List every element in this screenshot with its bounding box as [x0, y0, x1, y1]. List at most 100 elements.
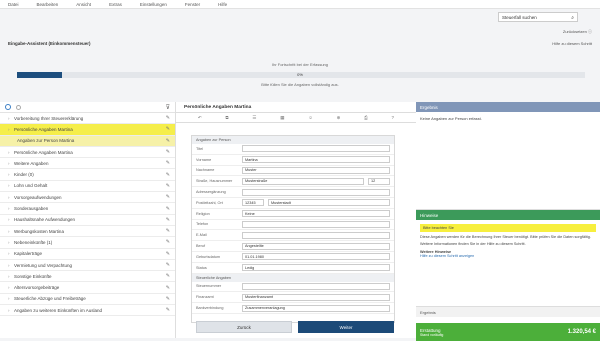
edit-icon[interactable]: ✎	[166, 296, 170, 302]
edit-icon[interactable]: ✎	[166, 206, 170, 212]
nav-item[interactable]: › Sonstige Einkünfte ✎	[0, 271, 175, 283]
search-input[interactable]: Steuerfall suchen ⌕	[498, 12, 578, 22]
hints-body: Bitte beachten Sie Diese Angaben werden …	[416, 220, 600, 306]
nav-item-label: Nebeneinkünfte (1)	[14, 239, 53, 245]
menu-item[interactable]: Bearbeiten	[37, 2, 59, 7]
nav-item[interactable]: Angaben zur Person Martina ✎	[0, 135, 175, 147]
edit-icon[interactable]: ✎	[166, 239, 170, 245]
help-icon[interactable]: ?	[392, 115, 395, 120]
edit-icon[interactable]: ✎	[166, 160, 170, 166]
nav-item[interactable]: › Sonderausgaben ✎	[0, 203, 175, 215]
nav-item[interactable]: › Angaben zu weiteren Einkünften im Ausla…	[0, 305, 175, 317]
field-input[interactable]: Muster	[242, 166, 390, 174]
search-icon[interactable]: ⌕	[571, 15, 574, 21]
form-panel: Persönliche Angaben Martina ↶ ⧉ ☰ ▦ ☺ ⊕ …	[176, 102, 416, 338]
edit-icon[interactable]: ✎	[166, 172, 170, 178]
field-input[interactable]: Musterstadt	[268, 199, 390, 207]
next-button[interactable]: Weiter	[298, 321, 394, 333]
refresh-icon[interactable]	[5, 104, 11, 110]
field-label: Nachname	[196, 168, 215, 173]
nav-item[interactable]: › Kinder (0) ✎	[0, 169, 175, 181]
nav-item[interactable]: › Lohn und Gehalt ✎	[0, 181, 175, 193]
edit-icon[interactable]: ✎	[166, 262, 170, 268]
nav-item[interactable]: › Nebeneinkünfte (1) ✎	[0, 237, 175, 249]
field-input[interactable]: Ledig	[242, 264, 390, 272]
field-input[interactable]: 01.01.1980	[242, 253, 390, 261]
form-section-header: Angaben zur Person	[192, 136, 394, 144]
copy-icon[interactable]: ⧉	[225, 115, 228, 120]
person-icon[interactable]: ☺	[308, 115, 313, 120]
edit-icon[interactable]: ✎	[166, 307, 170, 313]
navigation-header: ⊽	[0, 102, 175, 113]
edit-icon[interactable]: ✎	[166, 228, 170, 234]
edit-icon[interactable]: ✎	[166, 251, 170, 257]
print-icon[interactable]: ⎙	[364, 115, 368, 120]
nav-item[interactable]: › Kapitalerträge ✎	[0, 249, 175, 260]
edit-icon[interactable]: ✎	[166, 138, 170, 144]
nav-item[interactable]: › Vorbereitung Ihrer Steuererklärung ✎	[0, 113, 175, 125]
field-label: Status	[196, 265, 207, 270]
edit-icon[interactable]: ✎	[166, 217, 170, 223]
info-panel: Ergebnis Keine Angaben zur Person erfass…	[416, 102, 600, 341]
list-icon[interactable]: ☰	[252, 115, 256, 121]
lock-icon[interactable]: ⊕	[337, 115, 341, 121]
field-input[interactable]: 12345	[242, 199, 264, 207]
nav-item[interactable]: › Steuerliche Abzüge und Freibeträge ✎	[0, 294, 175, 306]
field-label: Beruf	[196, 244, 206, 249]
field-input[interactable]: Keine	[242, 210, 390, 218]
nav-item-label: Vermietung und Verpachtung	[14, 262, 73, 268]
menu-item[interactable]: Einstellungen	[140, 2, 167, 7]
nav-item-label: Kapitalerträge	[14, 251, 43, 257]
nav-item[interactable]: › Persönliche Angaben Martina ✎	[0, 147, 175, 159]
form-row: Geburtsdatum 01.01.1980	[192, 252, 394, 263]
field-input[interactable]	[242, 231, 390, 239]
form-row: Status Ledig	[192, 263, 394, 274]
nav-item[interactable]: › Vermietung und Verpachtung ✎	[0, 260, 175, 272]
filter-icon[interactable]: ⊽	[166, 104, 170, 111]
nav-item[interactable]: › Altersvorsorgebeiträge ✎	[0, 282, 175, 294]
back-icon[interactable]: ↶	[198, 115, 202, 121]
field-input[interactable]: 12	[368, 177, 390, 185]
refund-sub: Stand vorläufig	[420, 332, 444, 337]
field-input[interactable]	[242, 188, 390, 196]
edit-icon[interactable]: ✎	[166, 273, 170, 279]
form-row: Finanzamt Musterfinanzamt	[192, 292, 394, 304]
field-input[interactable]	[242, 220, 390, 228]
menu-item[interactable]: Ansicht	[76, 2, 91, 7]
field-input[interactable]: Martina	[242, 156, 390, 164]
edit-icon[interactable]: ✎	[166, 194, 170, 200]
settings-icon[interactable]	[16, 104, 21, 110]
edit-icon[interactable]: ✎	[166, 285, 170, 291]
navigation-panel: ⊽ › Vorbereitung Ihrer Steuererklärung ✎ › P…	[0, 102, 176, 338]
field-input[interactable]: Zusammenveranlagung	[242, 304, 390, 312]
field-input[interactable]	[242, 282, 390, 290]
nav-item[interactable]: › Werbungskosten Martina ✎	[0, 226, 175, 238]
edit-icon[interactable]: ✎	[166, 183, 170, 189]
menu-item[interactable]: Fenster	[185, 2, 200, 7]
progress-percent: 0%	[297, 72, 303, 77]
help-link[interactable]: Hilfe zu diesem Schritt	[530, 41, 592, 46]
field-input[interactable]	[242, 145, 390, 153]
edit-icon[interactable]: ✎	[166, 115, 170, 121]
field-input[interactable]: Musterstraße	[242, 177, 364, 185]
nav-item-label: Weitere Angaben	[14, 160, 49, 166]
nav-item[interactable]: › Weitere Angaben ✎	[0, 158, 175, 170]
reset-link[interactable]: Zurücksetzen ⓘ	[530, 29, 592, 35]
grid-icon[interactable]: ▦	[280, 115, 284, 121]
result-panel-body: Keine Angaben zur Person erfasst.	[416, 112, 600, 210]
hint-link[interactable]: Hilfe zu diesem Schritt anzeigen	[420, 254, 596, 258]
field-input[interactable]: Musterfinanzamt	[242, 293, 390, 301]
nav-item[interactable]: › Haushaltsnahe Aufwendungen ✎	[0, 215, 175, 226]
back-button[interactable]: Zurück	[196, 321, 292, 333]
nav-item-label: Kinder (0)	[14, 172, 34, 178]
menu-item[interactable]: Datei	[8, 2, 19, 7]
progress-fill	[17, 72, 63, 78]
field-input[interactable]: Angestellte	[242, 242, 390, 250]
hint-text: Diese Angaben werden für die Berechnung …	[420, 235, 591, 239]
edit-icon[interactable]: ✎	[166, 126, 170, 132]
nav-item[interactable]: › Persönliche Angaben Martina ✎	[0, 124, 175, 136]
edit-icon[interactable]: ✎	[166, 149, 170, 155]
menu-item[interactable]: Extras	[109, 2, 122, 7]
menu-item[interactable]: Hilfe	[218, 2, 227, 7]
nav-item[interactable]: › Vorsorgeaufwendungen ✎	[0, 192, 175, 204]
